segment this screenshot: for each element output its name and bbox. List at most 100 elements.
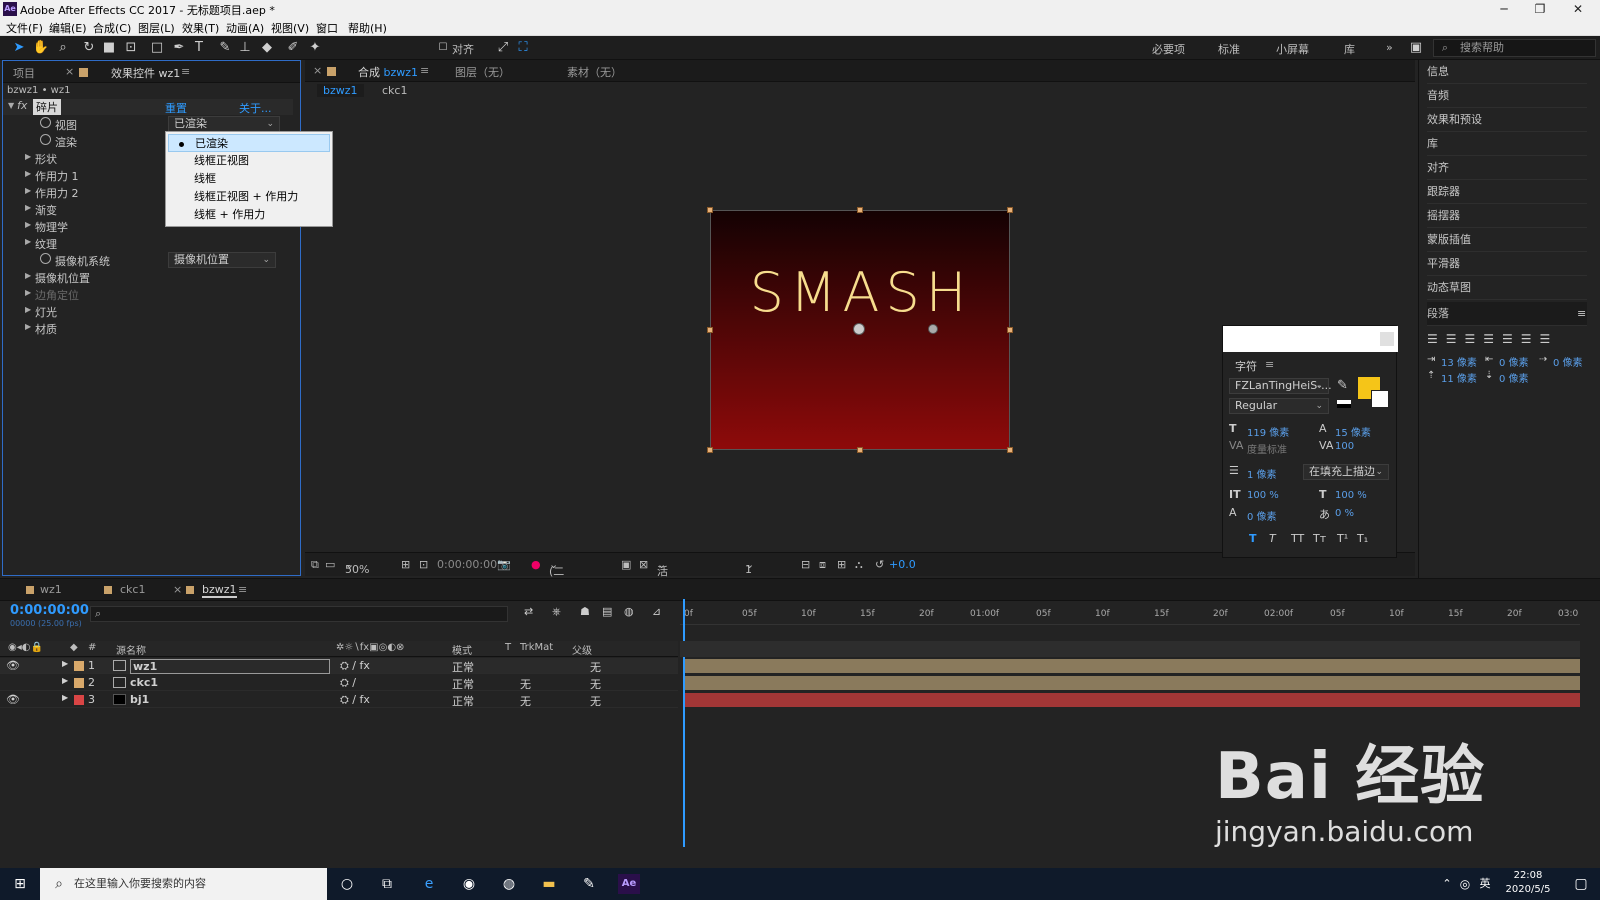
panel-effects-presets[interactable]: 效果和预设 — [1427, 108, 1587, 132]
hand-tool-icon[interactable]: ✋ — [32, 39, 50, 57]
expand-triangle-icon[interactable]: ▶ — [25, 288, 31, 297]
layer-switches-icon[interactable]: ⛭ ∕ — [340, 676, 356, 690]
workspace-small-screen[interactable]: 小屏幕 — [1276, 41, 1309, 57]
task-view-icon[interactable]: ⧉ — [376, 874, 398, 894]
effect-panel-menu-icon[interactable]: ≡ — [181, 65, 190, 78]
view-option-wireframe[interactable]: 线框 — [168, 170, 330, 188]
fit-icon[interactable]: ⊞ — [401, 558, 410, 571]
layer-mode[interactable]: 正常 — [452, 659, 474, 675]
kerning-value[interactable]: 度量标准 — [1247, 441, 1287, 456]
reset-link[interactable]: 重置 — [165, 100, 187, 116]
expand-triangle-icon[interactable]: ▶ — [25, 322, 31, 331]
table-row[interactable]: 👁 ▶ 1 wz1 ⛭ ∕ fx 正常 无 — [0, 658, 678, 674]
label-swatch[interactable] — [74, 695, 84, 705]
tab-close-icon[interactable]: × — [65, 65, 74, 78]
panel-mask-interpolation[interactable]: 蒙版插值 — [1427, 228, 1587, 252]
expand-triangle-icon[interactable]: ▶ — [25, 305, 31, 314]
comp-tab-close-icon[interactable]: × — [313, 64, 322, 77]
expand-triangle-icon[interactable]: ▶ — [25, 186, 31, 195]
layer-name[interactable]: ckc1 — [130, 676, 158, 689]
paragraph-menu-icon[interactable]: ≡ — [1577, 302, 1586, 326]
prop-material[interactable]: ▶ 材质 — [3, 320, 293, 336]
menu-layer[interactable]: 图层(L) — [138, 20, 175, 36]
expand-triangle-icon[interactable]: ▶ — [25, 152, 31, 161]
stopwatch-icon[interactable] — [40, 253, 51, 264]
layer-switches-icon[interactable]: ⛭ ∕ fx — [340, 659, 370, 673]
effect-point-icon[interactable] — [928, 324, 938, 334]
edge-icon[interactable]: e — [418, 874, 440, 894]
graph-editor-icon[interactable]: ⊿ — [652, 605, 661, 618]
menu-edit[interactable]: 编辑(E) — [49, 20, 87, 36]
tsume-value[interactable]: 0 % — [1335, 508, 1354, 519]
leading-value[interactable]: 15 像素 — [1335, 424, 1371, 439]
puppet-tool-icon[interactable]: ✦ — [306, 39, 324, 57]
fx-icon[interactable]: fx — [17, 99, 27, 112]
layer-mode[interactable]: 正常 — [452, 676, 474, 692]
prop-lighting[interactable]: ▶ 灯光 — [3, 303, 293, 319]
transform-handle[interactable] — [1007, 447, 1013, 453]
transform-handle[interactable] — [1007, 207, 1013, 213]
transform-handle[interactable] — [707, 447, 713, 453]
tab-footage[interactable]: 素材（无） — [567, 64, 622, 80]
exposure-value[interactable]: +0.0 — [889, 558, 916, 571]
table-row[interactable]: 👁 ▶ 3 bj1 ⛭ ∕ fx 正常 无 无 — [0, 692, 678, 708]
visibility-eye-icon[interactable]: 👁 — [6, 659, 20, 672]
tab-wz1[interactable]: wz1 — [40, 583, 62, 596]
layer-name[interactable]: bj1 — [130, 693, 149, 706]
layer-trkmat[interactable]: 无 — [520, 676, 531, 692]
layer-bar[interactable] — [685, 693, 1580, 707]
work-area-bar[interactable] — [680, 641, 1580, 657]
playhead[interactable] — [683, 599, 685, 847]
timeline-icon[interactable]: ⊞ — [837, 558, 846, 571]
expand-triangle-icon[interactable]: ▶ — [25, 237, 31, 246]
expand-triangle-icon[interactable]: ▶ — [62, 693, 68, 702]
effect-name[interactable]: 碎片 — [33, 99, 61, 115]
transform-handle[interactable] — [857, 447, 863, 453]
zoom-dropdown[interactable]: 50% ⌄ — [345, 558, 369, 576]
expand-triangle-icon[interactable]: ▶ — [25, 271, 31, 280]
indent-right-value[interactable]: 0 像素 — [1499, 354, 1529, 369]
prop-texture[interactable]: ▶ 纹理 — [3, 235, 293, 251]
tab-effect-controls[interactable]: 效果控件 wz1 — [111, 65, 180, 81]
col-source-name[interactable]: 源名称 — [116, 642, 146, 657]
breadcrumb-bzwz1[interactable]: bzwz1 — [317, 84, 364, 97]
col-parent[interactable]: 父级 — [572, 642, 592, 657]
clone-stamp-tool-icon[interactable]: ⊥ — [236, 39, 254, 57]
font-family-dropdown[interactable]: FZLanTingHeiS-... ⌄ — [1229, 378, 1332, 394]
rectangle-tool-icon[interactable]: □ — [148, 39, 166, 57]
menu-animation[interactable]: 动画(A) — [226, 20, 264, 36]
stopwatch-icon[interactable] — [40, 134, 51, 145]
tab-project[interactable]: 项目 — [13, 65, 35, 81]
view-option-wireframe-forces[interactable]: 线框 + 作用力 — [168, 206, 330, 224]
selection-tool-icon[interactable]: ➤ — [10, 39, 28, 57]
snap-options-icon[interactable]: ⛶ — [514, 39, 532, 57]
snap-icon[interactable]: ⤢ — [494, 39, 512, 57]
current-time[interactable]: 0:00:00:00 — [437, 558, 497, 571]
layer-parent[interactable]: 无 — [590, 693, 601, 709]
tab-close-icon[interactable]: × — [173, 583, 182, 596]
all-caps-button[interactable]: TT — [1291, 532, 1304, 545]
tab-layer[interactable]: 图层（无） — [455, 64, 510, 80]
view-option-wireframe-front-forces[interactable]: 线框正视图 + 作用力 — [168, 188, 330, 206]
transform-handle[interactable] — [1007, 327, 1013, 333]
stroke-color-swatch[interactable] — [1371, 390, 1389, 408]
effect-expand-icon[interactable]: ▼ — [8, 101, 14, 110]
view-option-wireframe-front[interactable]: 线框正视图 — [168, 152, 330, 170]
frame-blend-icon[interactable]: ▤ — [602, 605, 612, 618]
shy-icon[interactable]: ☗ — [580, 605, 590, 618]
superscript-button[interactable]: T¹ — [1337, 532, 1348, 545]
reset-exposure-icon[interactable]: ↺ — [875, 558, 884, 571]
stroke-type-dropdown[interactable]: 在填充上描边 ⌄ — [1303, 464, 1389, 480]
tab-bzwz1[interactable]: bzwz1 — [202, 583, 237, 598]
visibility-eye-icon[interactable]: 👁 — [6, 693, 20, 706]
stroke-width-value[interactable]: 1 像素 — [1247, 466, 1277, 481]
tracking-value[interactable]: 100 — [1335, 441, 1354, 452]
rotate-tool-icon[interactable]: ↻ — [80, 39, 98, 57]
timeline-menu-icon[interactable]: ≡ — [238, 583, 247, 596]
panel-align[interactable]: 对齐 — [1427, 156, 1587, 180]
workspace-standard[interactable]: 标准 — [1218, 41, 1240, 57]
snapshot-icon[interactable]: 📷 — [497, 558, 511, 571]
time-ruler[interactable]: 0f 05f 10f 15f 20f 01:00f 05f 10f 15f 20… — [680, 601, 1580, 625]
color-channels-icon[interactable]: ● — [531, 558, 541, 571]
fast-preview-icon[interactable]: ⧈ — [819, 558, 826, 572]
